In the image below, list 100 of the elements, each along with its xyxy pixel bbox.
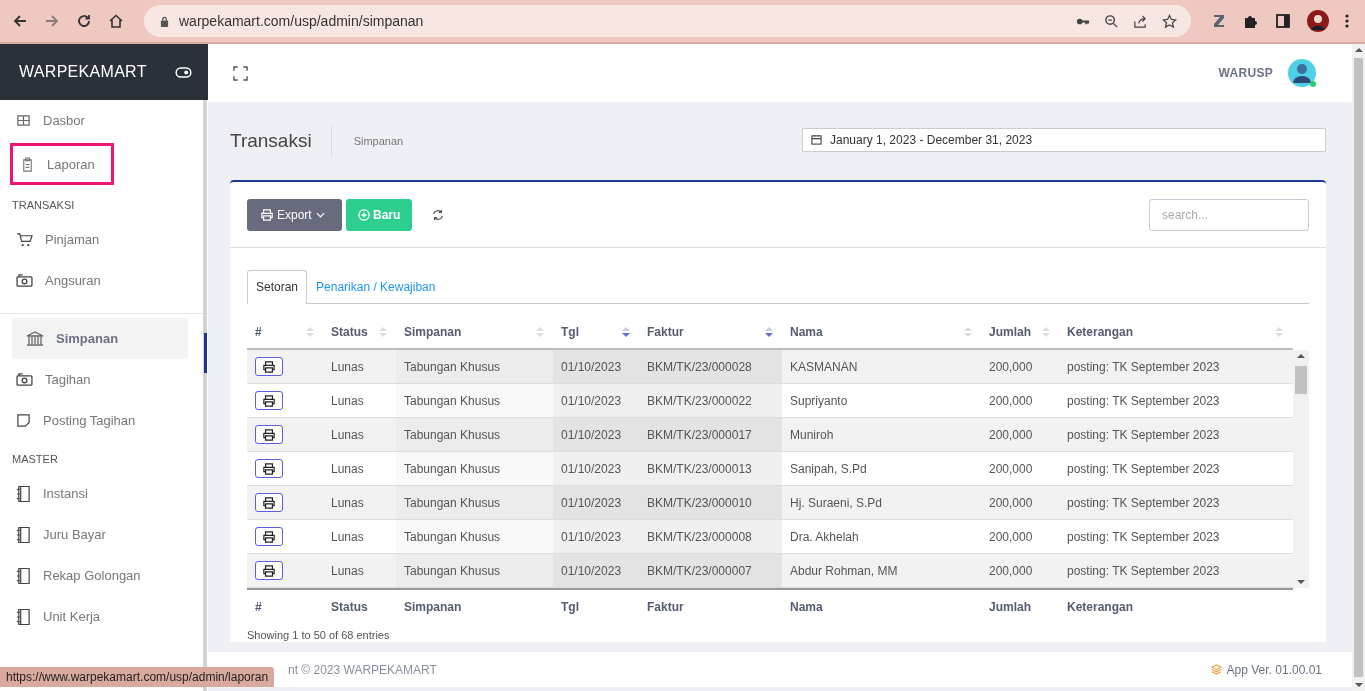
table-cell: Muniroh: [790, 427, 834, 442]
sidebar-item[interactable]: Instansi: [0, 473, 198, 514]
scroll-down-icon[interactable]: [1354, 682, 1363, 688]
table-cell: 01/10/2023: [561, 563, 622, 578]
column-header[interactable]: Keterangan: [1067, 325, 1134, 339]
fullscreen-icon[interactable]: [233, 65, 248, 81]
export-button[interactable]: Export: [247, 198, 342, 231]
table-cell: 200,000: [989, 563, 1033, 578]
table-cell: posting: TK September 2023: [1067, 359, 1220, 374]
table-cell: Tabungan Khusus: [404, 495, 501, 510]
column-header[interactable]: Faktur: [647, 325, 684, 339]
notebook-icon: [16, 607, 31, 626]
column-footer: Tgl: [561, 600, 579, 614]
printer-icon: [263, 462, 275, 475]
page-scrollbar[interactable]: [1352, 44, 1365, 691]
print-button[interactable]: [255, 357, 283, 376]
menu-icon[interactable]: [1345, 13, 1349, 29]
tab[interactable]: Penarikan / Kewajiban: [307, 270, 445, 303]
table-cell: Hj. Suraeni, S.Pd: [790, 495, 883, 510]
table-cell: 01/10/2023: [561, 427, 622, 442]
table-cell: BKM/TK/23/000007: [647, 563, 752, 578]
column-header[interactable]: Status: [331, 325, 368, 339]
section-heading: TRANSAKSI: [11, 198, 76, 213]
bank-icon: [26, 330, 44, 347]
table-cell: 01/10/2023: [561, 461, 622, 476]
sidebar-item[interactable]: Laporan: [10, 143, 114, 185]
column-header[interactable]: Nama: [790, 325, 823, 339]
side-panel-icon[interactable]: [1275, 13, 1291, 29]
print-button[interactable]: [255, 527, 283, 546]
share-icon[interactable]: [1133, 13, 1148, 29]
table-cell: posting: TK September 2023: [1067, 563, 1220, 578]
sort-descending-icon[interactable]: [764, 326, 774, 338]
print-button[interactable]: [255, 459, 283, 478]
table-cell: BKM/TK/23/000017: [647, 427, 752, 442]
forward-icon[interactable]: [44, 13, 60, 29]
table-cell: BKM/TK/23/000008: [647, 529, 752, 544]
table-cell: 200,000: [989, 529, 1033, 544]
sidebar-item[interactable]: Juru Bayar: [0, 514, 198, 555]
zoom-out-icon[interactable]: [1104, 13, 1119, 29]
table-cell: Lunas: [331, 495, 364, 510]
table-cell: Sanipah, S.Pd: [790, 461, 867, 476]
column-header[interactable]: Tgl: [561, 325, 579, 339]
print-button[interactable]: [255, 561, 283, 580]
toggle-icon[interactable]: [175, 66, 192, 78]
print-button[interactable]: [255, 493, 283, 512]
reload-icon[interactable]: [76, 13, 92, 29]
table-cell: Tabungan Khusus: [404, 529, 501, 544]
table-cell: posting: TK September 2023: [1067, 427, 1220, 442]
date-range-field[interactable]: January 1, 2023 - December 31, 2023: [802, 127, 1326, 152]
scroll-up-icon[interactable]: [1297, 353, 1305, 359]
scroll-up-icon[interactable]: [1354, 47, 1363, 53]
table-cell: Tabungan Khusus: [404, 393, 501, 408]
plus-circle-icon: [358, 208, 370, 221]
star-icon[interactable]: [1162, 13, 1177, 29]
note-icon: [16, 413, 31, 428]
extension-icon[interactable]: [1211, 13, 1227, 29]
printer-icon: [263, 530, 275, 543]
print-button[interactable]: [255, 425, 283, 444]
scrollbar[interactable]: [1293, 350, 1309, 588]
scroll-down-icon[interactable]: [1297, 579, 1305, 585]
back-icon[interactable]: [12, 13, 28, 29]
column-header[interactable]: Jumlah: [989, 325, 1031, 339]
printer-icon: [263, 496, 275, 509]
version-text: App Ver. 01.00.01: [1226, 662, 1322, 677]
column-header[interactable]: #: [255, 325, 262, 339]
sidebar-item[interactable]: Unit Kerja: [0, 596, 198, 637]
user-name[interactable]: WARUSP: [1218, 66, 1273, 80]
sidebar-item[interactable]: Tagihan: [0, 359, 198, 400]
caret-icon: [315, 211, 325, 218]
section-heading: MASTER: [11, 452, 59, 467]
table-cell: 200,000: [989, 461, 1033, 476]
table-cell: Lunas: [331, 393, 364, 408]
address-bar[interactable]: warpekamart.com/usp/admin/simpanan: [144, 5, 1191, 37]
profile-avatar[interactable]: [1307, 10, 1329, 32]
sidebar-item[interactable]: Dasbor: [0, 100, 198, 141]
scroll-thumb[interactable]: [1295, 366, 1307, 394]
print-button[interactable]: [255, 391, 283, 410]
sidebar-item[interactable]: Pinjaman: [0, 219, 198, 260]
clipboard-icon: [20, 156, 35, 172]
sidebar-item[interactable]: Rekap Golongan: [0, 555, 198, 596]
scroll-thumb[interactable]: [204, 333, 207, 373]
printer-icon: [263, 428, 275, 441]
printer-icon: [261, 208, 273, 221]
layers-icon: [1210, 664, 1222, 675]
column-footer: Keterangan: [1067, 600, 1134, 614]
search-field[interactable]: search...: [1149, 198, 1309, 231]
column-header[interactable]: Simpanan: [404, 325, 462, 339]
sidebar-item[interactable]: Angsuran: [0, 260, 198, 301]
scroll-thumb[interactable]: [1354, 58, 1363, 677]
tab[interactable]: Setoran: [247, 270, 308, 304]
url-text: warpekamart.com/usp/admin/simpanan: [179, 13, 424, 29]
sidebar-item[interactable]: Posting Tagihan: [0, 400, 198, 441]
home-icon[interactable]: [108, 13, 124, 29]
table-cell: Lunas: [331, 359, 364, 374]
user-avatar[interactable]: [1287, 58, 1317, 88]
puzzle-icon[interactable]: [1243, 13, 1259, 29]
sort-descending-icon[interactable]: [621, 326, 631, 338]
refresh-icon[interactable]: [432, 208, 445, 221]
sidebar-item[interactable]: Simpanan: [12, 318, 188, 359]
table-cell: Lunas: [331, 563, 364, 578]
